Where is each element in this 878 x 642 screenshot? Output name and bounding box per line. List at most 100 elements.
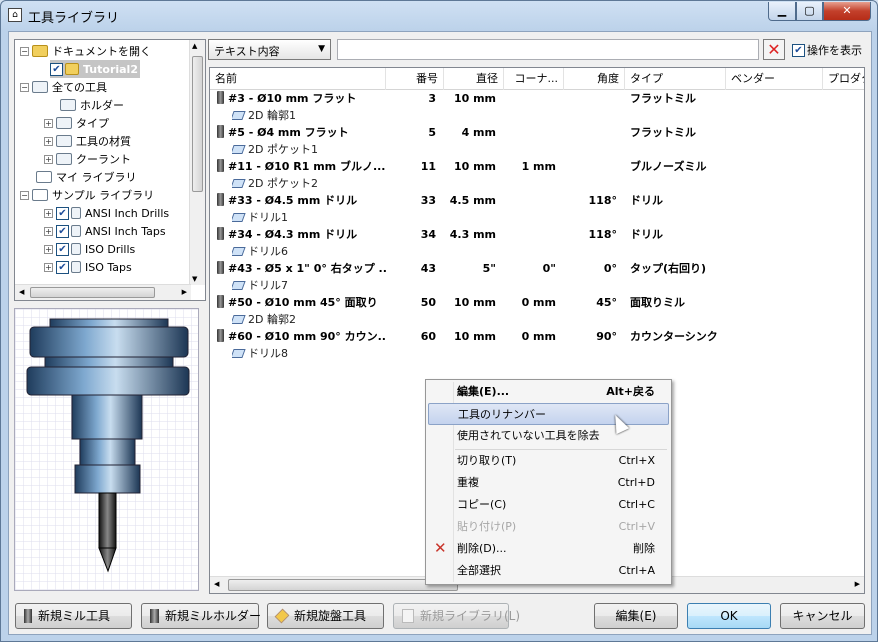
- scroll-left-icon[interactable]: ◀: [214, 580, 219, 588]
- menu-item-edit[interactable]: 編集(E)... Alt+戻る: [428, 381, 669, 403]
- checkbox[interactable]: ✔: [56, 224, 69, 238]
- tree-node-label: ドキュメントを開く: [52, 45, 151, 58]
- menu-item-copy[interactable]: コピー(C) Ctrl+C: [428, 494, 669, 516]
- operation-row[interactable]: 2D 輪郭2: [210, 311, 864, 328]
- tool-row[interactable]: #50 - Ø10 mm 45° 面取り 50 10 mm 0 mm 45° 面取りミル: [210, 294, 864, 311]
- operation-row[interactable]: 2D ポケット2: [210, 175, 864, 192]
- tree-node-iso-drills[interactable]: + ✔ ISO Drills: [44, 240, 135, 258]
- edit-button[interactable]: 編集(E): [594, 603, 678, 629]
- expand-icon[interactable]: +: [44, 262, 53, 272]
- tree-horizontal-scrollbar[interactable]: ◀ ▶: [15, 284, 191, 300]
- cell-operation: 2D 輪郭2: [232, 311, 392, 328]
- tree-node-type[interactable]: + タイプ: [44, 114, 109, 132]
- tool-row[interactable]: #5 - Ø4 mm フラット 5 4 mm フラットミル: [210, 124, 864, 141]
- menu-item-renumber-tools[interactable]: 工具のリナンバー: [428, 403, 669, 425]
- operation-row[interactable]: ドリル7: [210, 277, 864, 294]
- column-header[interactable]: コーナ...: [504, 68, 564, 90]
- tree-vertical-scrollbar[interactable]: ▲ ▼: [189, 40, 205, 285]
- library-tree[interactable]: − ドキュメントを開く ✔ Tutorial2 − 全ての工具 ホルダー + タイプ +…: [14, 39, 206, 301]
- tool-row[interactable]: #3 - Ø10 mm フラット 3 10 mm フラットミル: [210, 90, 864, 107]
- tool-row[interactable]: #34 - Ø4.3 mm ドリル 34 4.3 mm 118° ドリル: [210, 226, 864, 243]
- minimize-button[interactable]: ▁: [768, 2, 796, 21]
- tree-node-coolant[interactable]: + クーラント: [44, 150, 131, 168]
- menu-item-cut[interactable]: 切り取り(T) Ctrl+X: [428, 450, 669, 472]
- operation-label: ドリル7: [248, 279, 288, 292]
- scroll-up-icon[interactable]: ▲: [192, 42, 197, 50]
- scroll-thumb[interactable]: [192, 56, 203, 192]
- scroll-down-icon[interactable]: ▼: [192, 275, 197, 283]
- cell-text: 5": [482, 262, 496, 275]
- context-menu: 編集(E)... Alt+戻る 工具のリナンバー 使用されていない工具を除去 切り…: [425, 379, 672, 585]
- collapse-icon[interactable]: −: [20, 190, 29, 200]
- show-operations-toggle[interactable]: ✔ 操作を表示: [792, 42, 862, 58]
- menu-item-select-all[interactable]: 全部選択 Ctrl+A: [428, 560, 669, 582]
- operation-row[interactable]: ドリル6: [210, 243, 864, 260]
- scroll-right-icon[interactable]: ▶: [182, 288, 187, 296]
- cell-name: #50 - Ø10 mm 45° 面取り: [217, 294, 387, 311]
- checkbox[interactable]: ✔: [56, 242, 69, 256]
- new-mill-tool-button[interactable]: 新規ミル工具: [15, 603, 132, 629]
- new-lathe-tool-button[interactable]: 新規旋盤工具: [267, 603, 384, 629]
- expand-icon[interactable]: +: [44, 208, 53, 218]
- collapse-icon[interactable]: −: [20, 46, 29, 56]
- tree-node-ansi-inch-taps[interactable]: + ✔ ANSI Inch Taps: [44, 222, 166, 240]
- filter-input[interactable]: [337, 39, 759, 60]
- scroll-left-icon[interactable]: ◀: [19, 288, 24, 296]
- ok-button[interactable]: OK: [687, 603, 771, 629]
- operation-row[interactable]: ドリル1: [210, 209, 864, 226]
- maximize-button[interactable]: ▢: [796, 2, 823, 21]
- library-icon: [71, 225, 81, 237]
- close-button[interactable]: ✕: [823, 2, 871, 21]
- expand-icon[interactable]: +: [44, 226, 53, 236]
- menu-item-duplicate[interactable]: 重複 Ctrl+D: [428, 472, 669, 494]
- tree-node-tutorial2[interactable]: ✔ Tutorial2: [50, 60, 140, 78]
- checkbox[interactable]: ✔: [50, 62, 63, 76]
- column-header[interactable]: タイプ: [625, 68, 726, 90]
- button-label: 新規ミルホルダー: [165, 609, 262, 623]
- checkbox[interactable]: ✔: [56, 260, 69, 274]
- lathe-tool-icon: [274, 608, 290, 624]
- column-header[interactable]: 角度: [564, 68, 625, 90]
- column-header[interactable]: 直径: [444, 68, 504, 90]
- menu-item-remove-unused[interactable]: 使用されていない工具を除去: [428, 425, 669, 447]
- column-header[interactable]: 名前: [210, 68, 386, 90]
- expand-icon[interactable]: +: [44, 154, 53, 164]
- expand-icon[interactable]: +: [44, 136, 53, 146]
- menu-item-shortcut: Ctrl+D: [617, 476, 655, 489]
- tree-node-ansi-inch-drills[interactable]: + ✔ ANSI Inch Drills: [44, 204, 169, 222]
- scroll-right-icon[interactable]: ▶: [855, 580, 860, 588]
- filter-field-select[interactable]: テキスト内容 ▼: [208, 39, 331, 60]
- scroll-thumb[interactable]: [30, 287, 155, 298]
- column-header[interactable]: プロダク: [823, 68, 864, 90]
- checkbox[interactable]: ✔: [792, 43, 805, 57]
- new-mill-holder-button[interactable]: 新規ミルホルダー: [141, 603, 262, 629]
- menu-item-delete[interactable]: ✕ 削除(D)... 削除: [428, 538, 669, 560]
- tree-node-holders[interactable]: ホルダー: [60, 96, 124, 114]
- cell-name: #43 - Ø5 x 1" 0° 右タップ ...: [217, 260, 387, 277]
- column-header[interactable]: ベンダー: [726, 68, 823, 90]
- cell-dia: 4 mm: [444, 124, 504, 141]
- checkbox[interactable]: ✔: [56, 206, 69, 220]
- tree-node-material[interactable]: + 工具の材質: [44, 132, 131, 150]
- tool-row[interactable]: #11 - Ø10 R1 mm ブルノ... 11 10 mm 1 mm ブルノーズミル: [210, 158, 864, 175]
- cancel-button[interactable]: キャンセル: [780, 603, 865, 629]
- tool-row[interactable]: #33 - Ø4.5 mm ドリル 33 4.5 mm 118° ドリル: [210, 192, 864, 209]
- tool-row[interactable]: #60 - Ø10 mm 90° カウン... 60 10 mm 0 mm 90° カウン…: [210, 328, 864, 345]
- collapse-icon[interactable]: −: [20, 82, 29, 92]
- operation-row[interactable]: ドリル8: [210, 345, 864, 362]
- tree-node-sample-library[interactable]: − サンプル ライブラリ: [20, 186, 154, 204]
- expand-icon[interactable]: +: [44, 244, 53, 254]
- operation-row[interactable]: 2D 輪郭1: [210, 107, 864, 124]
- column-header[interactable]: 番号: [386, 68, 444, 90]
- cell-text: 4.3 mm: [449, 228, 496, 241]
- operation-row[interactable]: 2D ポケット1: [210, 141, 864, 158]
- expand-icon[interactable]: +: [44, 118, 53, 128]
- tree-node-all-tools[interactable]: − 全ての工具: [20, 78, 107, 96]
- scroll-thumb[interactable]: [228, 579, 458, 591]
- clear-filter-button[interactable]: ✕: [763, 39, 785, 60]
- tool-row[interactable]: #43 - Ø5 x 1" 0° 右タップ ... 43 5" 0" 0° タップ(右回り…: [210, 260, 864, 277]
- tree-node-label: マイ ライブラリ: [56, 171, 137, 184]
- tree-node-my-library[interactable]: マイ ライブラリ: [36, 168, 137, 186]
- tree-node-iso-taps[interactable]: + ✔ ISO Taps: [44, 258, 132, 276]
- tree-node-open-documents[interactable]: − ドキュメントを開く: [20, 42, 151, 60]
